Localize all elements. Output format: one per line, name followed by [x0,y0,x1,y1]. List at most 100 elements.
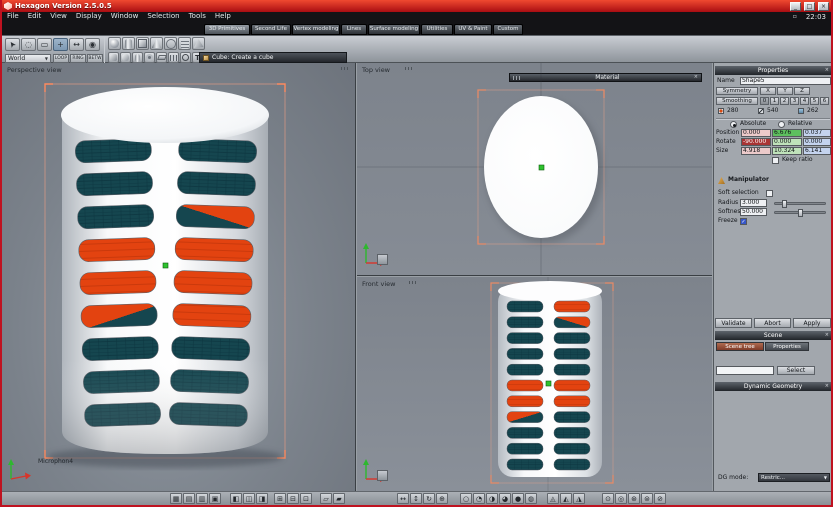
radius-slider-thumb[interactable] [782,200,787,208]
view-cube-icon[interactable] [377,254,388,265]
minimize-button[interactable]: _ [790,1,801,11]
cylinder-model-front[interactable] [498,281,602,477]
smoothing-level-0[interactable]: 0 [760,97,769,105]
top-render[interactable] [357,63,712,276]
move-tool-icon[interactable]: ↔ [69,38,84,51]
cylinder-model[interactable] [61,87,269,454]
light-icon[interactable]: ◎ [615,493,627,504]
textured-shading-icon[interactable]: ● [512,493,524,504]
perspective-viewport[interactable]: Perspective view Microphon4 [2,63,356,491]
tab-3d-primitives[interactable]: 3D Primitives [204,24,250,35]
dolly-view-icon[interactable]: ↕ [410,493,422,504]
abort-button[interactable]: Abort [754,318,791,328]
show-boundaries-icon[interactable]: ◮ [573,493,585,504]
cylinder-primitive-icon[interactable] [122,37,135,50]
name-field[interactable]: Shape5 [740,77,831,85]
properties-header[interactable]: Properties × [715,66,831,75]
symmetry-button[interactable]: Symmetry [716,87,758,95]
rotate-x-field[interactable]: -90.000 [741,138,771,146]
perspective-toggle-icon[interactable]: ▱ [320,493,332,504]
select-arrow-icon[interactable]: ➤ [5,38,20,51]
menu-view[interactable]: View [50,12,67,21]
viewport-menu-grip[interactable] [341,67,349,70]
menu-file[interactable]: File [7,12,19,21]
toggle-wireframe-overlay-icon[interactable]: ▣ [209,493,221,504]
smoothing-level-1[interactable]: 1 [770,97,779,105]
material-shading-icon[interactable]: ◍ [525,493,537,504]
menu-window[interactable]: Window [111,12,139,21]
flat-shading-icon[interactable]: ◑ [486,493,498,504]
smoothing-level-3[interactable]: 3 [790,97,799,105]
rect-select-icon[interactable]: ▭ [37,38,52,51]
snap-vertex-icon[interactable]: ⊟ [287,493,299,504]
sphere-primitive-icon[interactable] [108,37,121,50]
pivot-point[interactable] [162,262,169,269]
radius-slider[interactable] [774,200,826,208]
freeze-checkbox[interactable]: ✓ [740,218,747,225]
menu-display[interactable]: Display [76,12,102,21]
toggle-grid-icon[interactable]: ▦ [170,493,182,504]
dg-mode-dropdown[interactable]: Restric... ▼ [758,473,830,482]
close-icon[interactable]: × [825,67,829,74]
paint-select-icon[interactable]: + [53,38,68,51]
plane-primitive-icon[interactable] [156,52,167,63]
close-icon[interactable]: × [825,383,829,390]
absolute-radio[interactable] [730,121,737,128]
pan-view-icon[interactable]: ↔ [397,493,409,504]
close-icon[interactable]: × [825,332,829,339]
absolute-label[interactable]: Absolute [740,120,766,128]
ortho-toggle-icon[interactable]: ▰ [333,493,345,504]
camera-orbit-icon[interactable]: ◉ [85,38,100,51]
between-select-button[interactable]: BETW [87,54,103,63]
tab-lines[interactable]: Lines [341,24,367,35]
scene-header[interactable]: Scene × [715,331,831,340]
pivot-point[interactable] [538,164,545,171]
symmetry-z-button[interactable]: Z [794,87,810,95]
softness-field[interactable]: 50.000 [740,208,767,216]
center-view-icon[interactable]: ⊕ [436,493,448,504]
circle-primitive-icon[interactable] [180,52,191,63]
cube-primitive-icon[interactable] [136,37,149,50]
tab-scene-tree[interactable]: Scene tree [716,342,764,351]
title-bar[interactable]: Hexagon Version 2.5.0.5 _ □ × [2,0,831,12]
soft-selection-label[interactable]: Soft selection [718,189,759,197]
tab-vertex-modeling[interactable]: Vertex modeling [292,24,340,35]
smoothing-level-4[interactable]: 4 [800,97,809,105]
torus-primitive-icon[interactable] [164,37,177,50]
dynamic-geometry-header[interactable]: Dynamic Geometry × [715,382,831,391]
tube-primitive-icon[interactable] [144,52,155,63]
smoothing-button[interactable]: Smoothing [716,97,758,105]
relative-radio[interactable] [778,121,785,128]
rounded-cube-icon[interactable] [120,52,131,63]
symmetry-y-button[interactable]: Y [777,87,793,95]
smoothing-level-2[interactable]: 2 [780,97,789,105]
position-y-field[interactable]: 6.676 [772,129,802,137]
view-cube-icon[interactable] [377,470,388,481]
quad-view-icon[interactable]: ◫ [243,493,255,504]
position-z-field[interactable]: 0.037 [803,129,831,137]
split-view-icon[interactable]: ◨ [256,493,268,504]
relative-label[interactable]: Relative [788,120,812,128]
rotate-z-field[interactable]: 0.000 [803,138,831,146]
keep-ratio-label[interactable]: Keep ratio [782,156,813,164]
tab-custom[interactable]: Custom [493,24,523,35]
wireframe-shading-icon[interactable]: ○ [460,493,472,504]
menu-selection[interactable]: Selection [147,12,179,21]
symmetry-x-button[interactable]: X [760,87,776,95]
single-view-icon[interactable]: ◧ [230,493,242,504]
world-space-dropdown[interactable]: World ▼ [5,54,51,63]
helix-primitive-icon[interactable] [178,37,191,50]
render-icon[interactable]: ⊛ [628,493,640,504]
smoothing-level-6[interactable]: 6 [820,97,829,105]
scene-filter-input[interactable] [716,366,774,375]
front-viewport[interactable]: Front view [357,277,712,491]
tab-uv-paint[interactable]: UV & Paint [454,24,492,35]
top-viewport[interactable]: Top view Material × [357,63,712,276]
camera-icon[interactable]: ⊙ [602,493,614,504]
cone-primitive-icon[interactable] [150,37,163,50]
menu-tools[interactable]: Tools [189,12,206,21]
menu-edit[interactable]: Edit [28,12,42,21]
lasso-select-icon[interactable]: ◌ [21,38,36,51]
smoothing-level-5[interactable]: 5 [810,97,819,105]
select-button[interactable]: Select [777,366,815,375]
